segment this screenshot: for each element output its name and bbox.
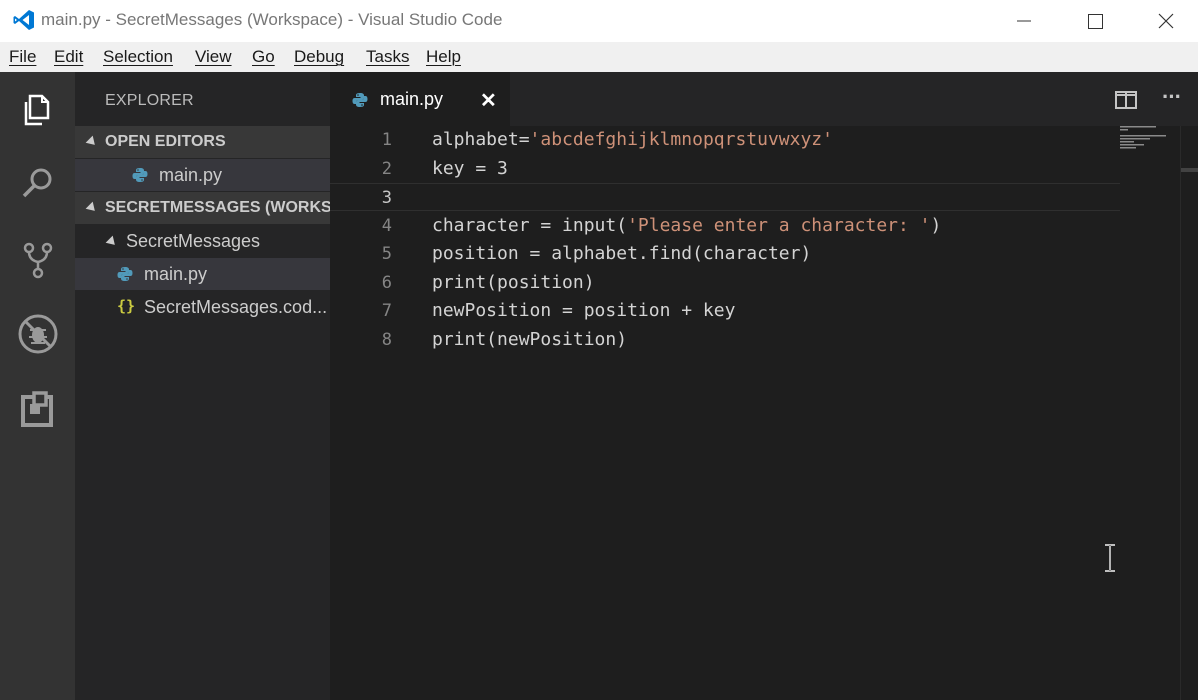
maximize-button[interactable] [1071,6,1117,36]
menu-tasks[interactable]: Tasks [366,47,409,67]
activity-bar [0,72,75,700]
code-token: position = alphabet.find(character) [432,243,812,264]
code-line[interactable]: 5 position = alphabet.find(character) [330,240,1120,268]
debug-icon[interactable] [16,312,60,356]
code-token: key = 3 [432,158,508,179]
code-line[interactable]: 2 key = 3 [330,155,1120,183]
scrollbar-thumb[interactable] [1181,168,1198,172]
menu-file[interactable]: File [9,47,36,67]
more-actions-icon[interactable]: ··· [1162,84,1182,110]
tab-close-icon[interactable]: ✕ [480,88,497,113]
close-icon [1158,13,1174,29]
menu-view[interactable]: View [195,47,232,67]
minimap-preview [1120,126,1166,149]
split-editor-icon[interactable] [1115,90,1137,110]
line-number: 4 [381,216,392,236]
open-editor-item-main-py[interactable]: main.py [75,159,330,191]
python-file-icon [117,267,133,281]
folder-secretmessages[interactable]: SecretMessages [75,225,330,257]
menu-debug[interactable]: Debug [294,47,344,67]
code-text: print(position) [432,272,595,293]
line-number: 8 [381,330,392,350]
minimize-button[interactable] [1000,6,1046,36]
code-token: character = input( [432,215,628,236]
code-token: ) [930,215,942,236]
menu-bar: File Edit Selection View Go Debug Tasks … [0,42,1198,72]
code-token: print(newPosition) [432,329,628,350]
open-editors-section-header[interactable]: OPEN EDITORS [75,126,330,158]
code-line[interactable]: 4 character = input('Please enter a chara… [330,212,1120,240]
workspace-label: SECRETMESSAGES (WORKS... [105,199,330,216]
json-file-icon: {} [117,297,136,315]
source-control-icon[interactable] [16,238,60,282]
menu-go[interactable]: Go [252,47,275,67]
chevron-down-icon [85,135,99,149]
window-title: main.py - SecretMessages (Workspace) - V… [41,10,503,29]
chevron-down-icon [85,201,99,215]
minimize-icon [1017,20,1031,22]
explorer-icon[interactable] [16,88,60,132]
text-cursor-icon [1105,544,1115,572]
open-editor-label: main.py [159,165,223,185]
python-file-icon [132,168,148,182]
file-label: main.py [144,264,208,284]
code-editor[interactable]: 1 alphabet='abcdefghijklmnopqrstuvwxyz' 2 k… [330,126,1198,700]
line-number: 2 [381,159,392,179]
string-literal: 'abcdefghijklmnopqrstuvwxyz' [529,129,833,150]
code-token: print(position) [432,272,595,293]
python-file-icon [352,93,368,107]
line-number: 5 [381,244,392,264]
string-literal: 'Please enter a character: ' [627,215,931,236]
code-text: newPosition = position + key [432,300,735,321]
chevron-down-icon [105,235,119,249]
code-line[interactable]: 7 newPosition = position + key [330,297,1120,325]
code-line[interactable]: 3 [330,183,1120,211]
sidebar-title: EXPLORER [105,92,194,109]
code-text: position = alphabet.find(character) [432,243,811,264]
code-text: character = input('Please enter a charac… [432,215,941,236]
vscode-logo-icon [13,10,34,30]
folder-label: SecretMessages [126,231,261,251]
code-line[interactable]: 8 print(newPosition) [330,326,1120,354]
editor-tab-bar: main.py ✕ ··· [330,72,1198,126]
minimap[interactable] [1120,126,1180,700]
line-number: 6 [381,273,392,293]
code-line[interactable]: 6 print(position) [330,269,1120,297]
file-item-workspace[interactable]: {} SecretMessages.cod... [75,291,330,323]
menu-edit[interactable]: Edit [54,47,83,67]
extensions-icon[interactable] [16,388,60,432]
tab-label: main.py [380,89,444,109]
code-text: print(newPosition) [432,329,627,350]
explorer-sidebar: EXPLORER OPEN EDITORS main.py SECRETMESS… [75,72,330,700]
open-editors-label: OPEN EDITORS [105,133,226,150]
search-icon[interactable] [16,162,60,206]
maximize-icon [1088,14,1103,29]
code-text: key = 3 [432,158,508,179]
line-number: 7 [381,301,392,321]
line-number: 1 [381,130,392,150]
code-line[interactable]: 1 alphabet='abcdefghijklmnopqrstuvwxyz' [330,126,1120,154]
workspace-section-header[interactable]: SECRETMESSAGES (WORKS... [75,192,330,224]
code-token: newPosition = position + key [432,300,736,321]
file-label: SecretMessages.cod... [144,297,328,317]
menu-help[interactable]: Help [426,47,461,67]
tab-main-py[interactable]: main.py ✕ [330,72,510,126]
line-number: 3 [381,188,392,208]
code-token: alphabet= [432,129,530,150]
title-bar: main.py - SecretMessages (Workspace) - V… [0,0,1198,42]
code-text: alphabet='abcdefghijklmnopqrstuvwxyz' [432,129,833,150]
close-window-button[interactable] [1142,6,1188,36]
editor-scrollbar[interactable] [1180,126,1198,700]
file-item-main-py[interactable]: main.py [75,258,330,290]
menu-selection[interactable]: Selection [103,47,173,67]
